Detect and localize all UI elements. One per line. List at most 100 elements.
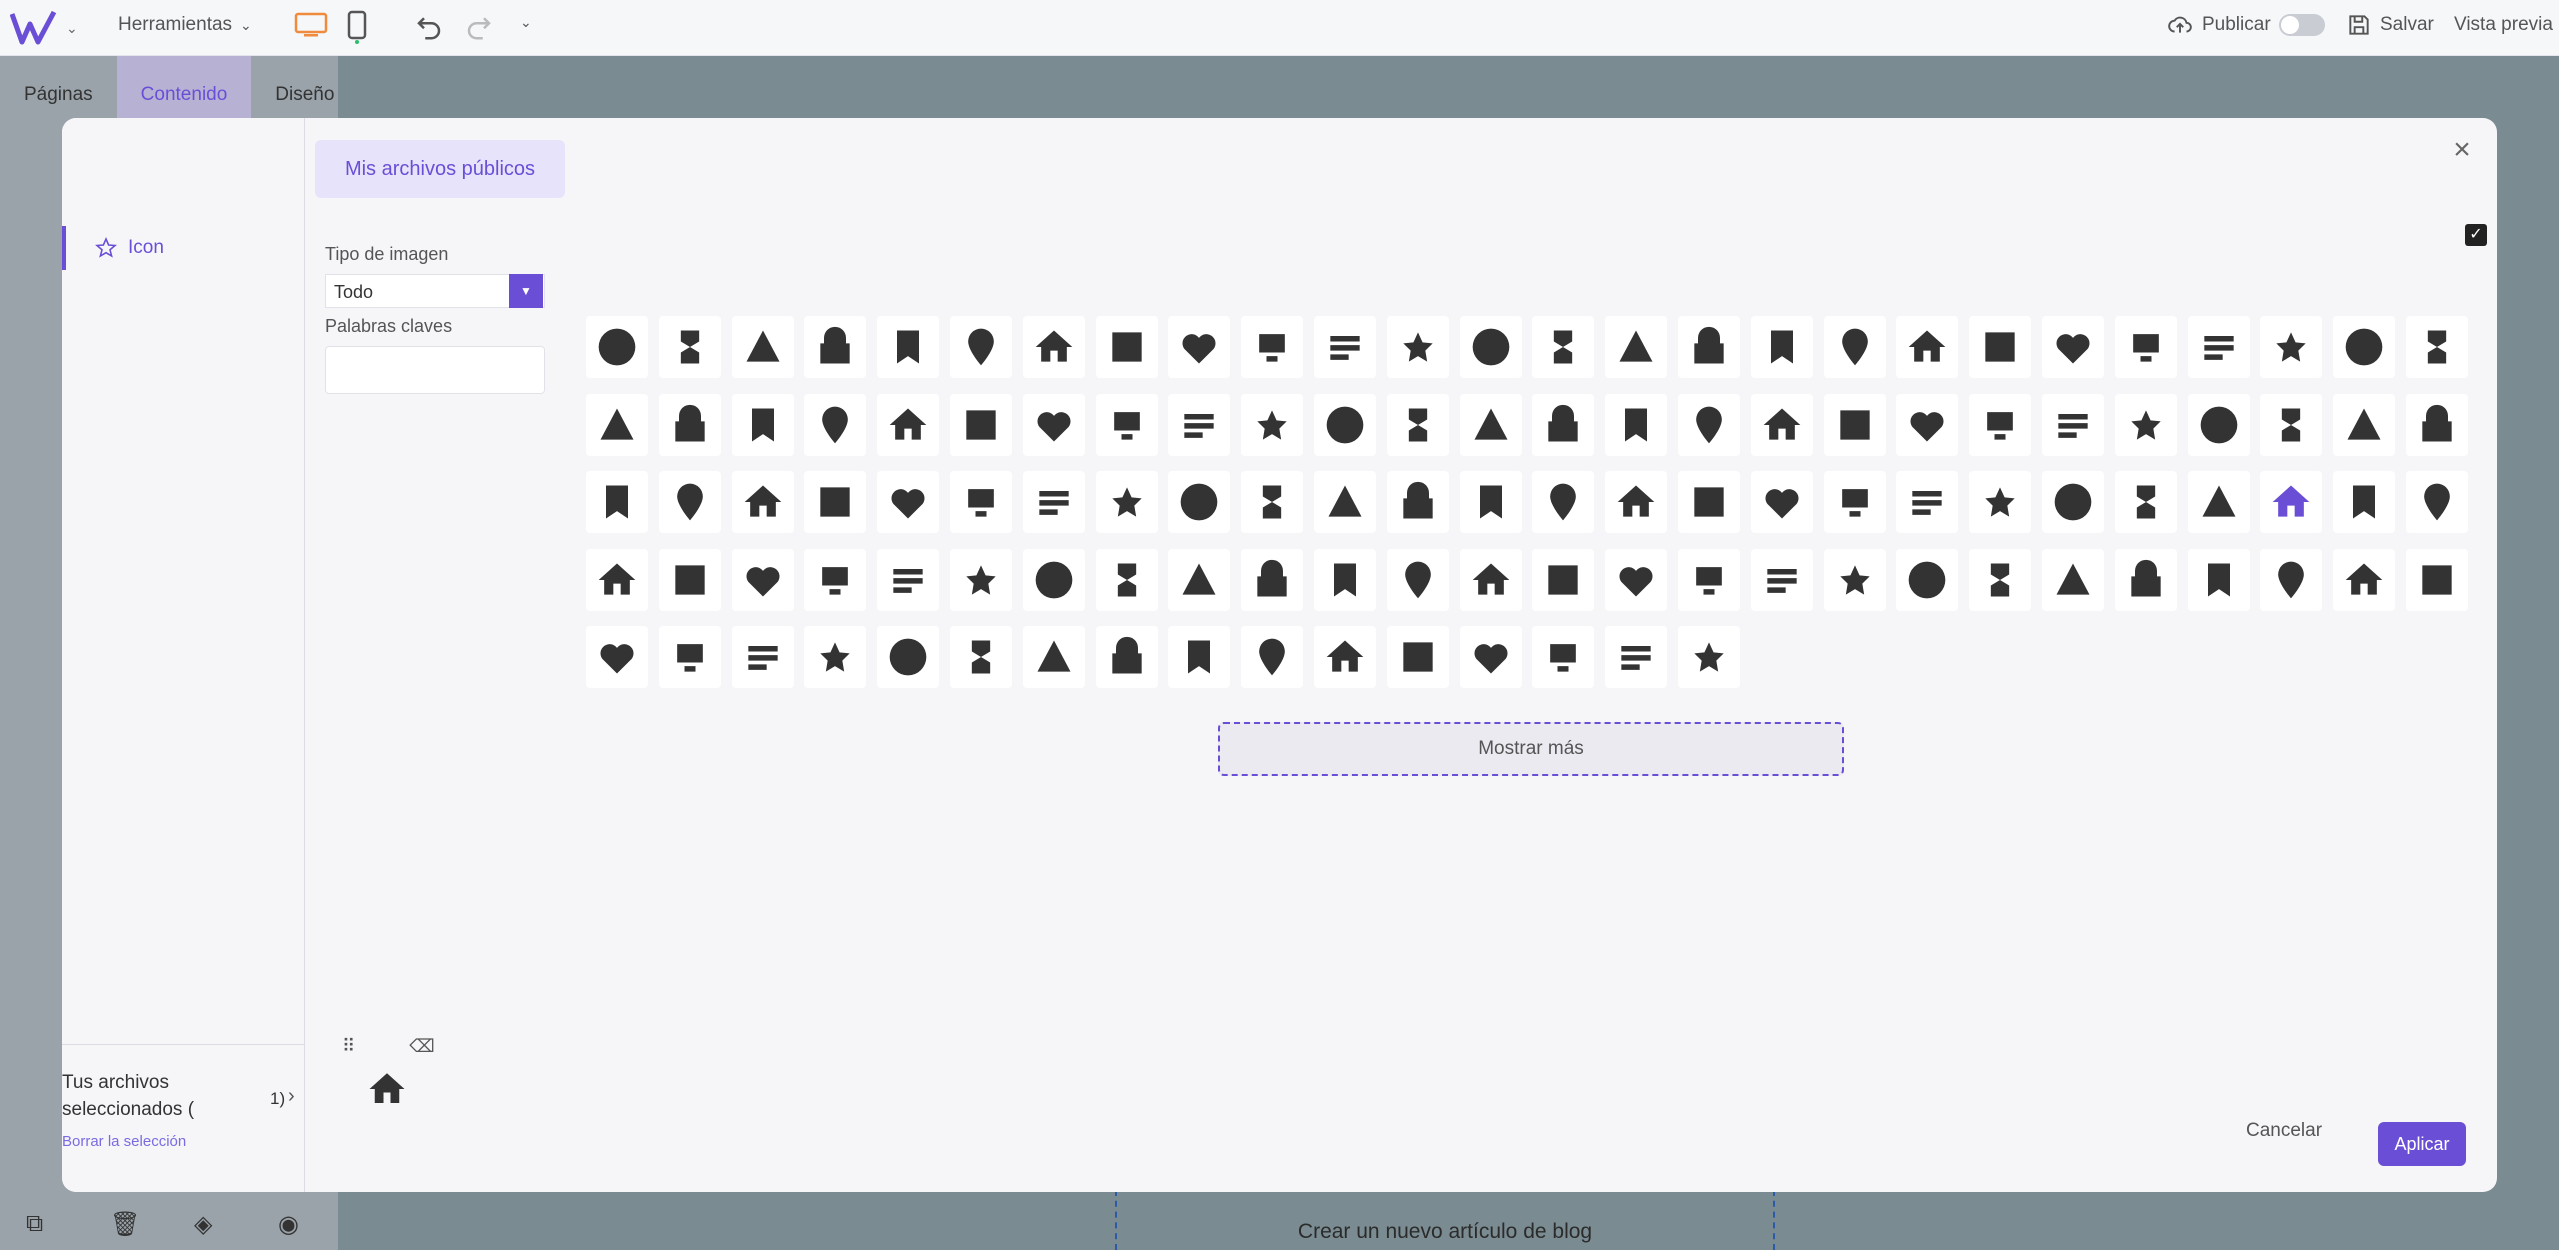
trash-icon[interactable]: 🗑 <box>110 1210 194 1239</box>
eye-icon[interactable]: ◉ <box>278 1210 362 1239</box>
icon-tile[interactable] <box>804 626 866 688</box>
clear-selection-link[interactable]: Borrar la selección <box>62 1133 305 1150</box>
redo-button[interactable] <box>464 12 494 42</box>
icon-tile[interactable] <box>1969 471 2031 533</box>
icon-tile[interactable] <box>877 471 939 533</box>
icon-tile[interactable] <box>1824 471 1886 533</box>
save-button[interactable]: Salvar <box>2346 12 2434 38</box>
icon-tile[interactable] <box>586 626 648 688</box>
icon-tile[interactable] <box>1460 316 1522 378</box>
icon-tile[interactable] <box>1387 316 1449 378</box>
icon-tile[interactable] <box>1896 316 1958 378</box>
icon-tile[interactable] <box>950 626 1012 688</box>
icon-tile[interactable] <box>2406 394 2468 456</box>
tools-menu[interactable]: Herramientas ⌄ <box>118 14 252 36</box>
icon-tile[interactable] <box>2188 471 2250 533</box>
icon-tile[interactable] <box>1605 626 1667 688</box>
icon-tile[interactable] <box>1241 316 1303 378</box>
icon-tile[interactable] <box>659 316 721 378</box>
publish-control[interactable]: Publicar <box>2166 12 2325 38</box>
icon-tile[interactable] <box>1314 316 1376 378</box>
icon-tile[interactable] <box>2188 549 2250 611</box>
icon-tile[interactable] <box>877 316 939 378</box>
icon-tile[interactable] <box>2260 549 2322 611</box>
icon-tile[interactable] <box>2406 471 2468 533</box>
icon-tile[interactable] <box>1096 471 1158 533</box>
eraser-icon[interactable]: ⌫ <box>409 1036 434 1057</box>
icon-tile[interactable] <box>950 316 1012 378</box>
icon-tile[interactable] <box>1314 626 1376 688</box>
layers-icon[interactable]: ◈ <box>194 1210 278 1239</box>
icon-tile[interactable] <box>2333 394 2395 456</box>
icon-tile[interactable] <box>1751 316 1813 378</box>
icon-tile[interactable] <box>1532 471 1594 533</box>
icon-tile[interactable] <box>2406 316 2468 378</box>
icon-tile[interactable] <box>1168 394 1230 456</box>
icon-tile[interactable] <box>2042 316 2104 378</box>
icon-tile[interactable] <box>804 549 866 611</box>
dropdown-arrow-icon[interactable]: ▼ <box>509 274 543 308</box>
icon-tile[interactable] <box>1896 471 1958 533</box>
icon-tile[interactable] <box>1896 549 1958 611</box>
icon-tile[interactable] <box>659 549 721 611</box>
icon-tile[interactable] <box>1751 471 1813 533</box>
icon-tile[interactable] <box>2115 316 2177 378</box>
icon-tile[interactable] <box>1532 626 1594 688</box>
icon-tile[interactable] <box>1678 471 1740 533</box>
icon-tile[interactable] <box>1387 394 1449 456</box>
icon-tile[interactable] <box>659 471 721 533</box>
undo-button[interactable] <box>414 12 444 42</box>
icon-tile[interactable] <box>586 549 648 611</box>
icon-tile[interactable] <box>2260 316 2322 378</box>
icon-tile[interactable] <box>1824 316 1886 378</box>
icon-tile[interactable] <box>804 394 866 456</box>
icon-tile[interactable] <box>1678 549 1740 611</box>
icon-tile[interactable] <box>1168 549 1230 611</box>
icon-tile[interactable] <box>1605 316 1667 378</box>
icon-tile[interactable] <box>732 316 794 378</box>
icon-tile[interactable] <box>1314 549 1376 611</box>
icon-tile[interactable] <box>1460 549 1522 611</box>
icon-tile[interactable] <box>1168 626 1230 688</box>
icon-tile[interactable] <box>1969 394 2031 456</box>
icon-tile[interactable] <box>2042 394 2104 456</box>
icon-tile[interactable] <box>1241 549 1303 611</box>
select-all-checkbox[interactable]: ✓ <box>2465 224 2487 246</box>
icon-tile[interactable] <box>804 471 866 533</box>
category-icon[interactable]: Icon <box>62 226 305 270</box>
icon-tile[interactable] <box>1096 394 1158 456</box>
icon-tile[interactable] <box>1387 471 1449 533</box>
icon-tile[interactable] <box>1314 394 1376 456</box>
icon-tile[interactable] <box>2115 394 2177 456</box>
icon-tile[interactable] <box>1605 549 1667 611</box>
icon-tile[interactable] <box>2188 316 2250 378</box>
copy-icon[interactable]: ⧉ <box>26 1210 110 1239</box>
preview-button[interactable]: Vista previa <box>2454 14 2553 36</box>
icon-tile[interactable] <box>2333 316 2395 378</box>
icon-tile[interactable] <box>586 394 648 456</box>
icon-tile[interactable] <box>2260 471 2322 533</box>
icon-tile[interactable] <box>2115 471 2177 533</box>
icon-tile[interactable] <box>1532 549 1594 611</box>
apply-button[interactable]: Aplicar <box>2378 1122 2466 1166</box>
desktop-view-button[interactable] <box>294 12 328 38</box>
more-history-button[interactable]: ⌄ <box>520 14 532 31</box>
icon-tile[interactable] <box>1023 316 1085 378</box>
icon-tile[interactable] <box>732 394 794 456</box>
icon-tile[interactable] <box>1460 626 1522 688</box>
icon-tile[interactable] <box>732 471 794 533</box>
icon-tile[interactable] <box>950 549 1012 611</box>
icon-tile[interactable] <box>1460 394 1522 456</box>
show-more-button[interactable]: Mostrar más <box>1218 722 1844 776</box>
app-logo[interactable]: ⌄ <box>10 8 78 48</box>
icon-tile[interactable] <box>1969 549 2031 611</box>
icon-tile[interactable] <box>2333 471 2395 533</box>
icon-tile[interactable] <box>804 316 866 378</box>
icon-tile[interactable] <box>1532 394 1594 456</box>
icon-tile[interactable] <box>1969 316 2031 378</box>
icon-tile[interactable] <box>1023 471 1085 533</box>
drag-handle-icon[interactable]: ⠿ <box>342 1036 355 1057</box>
icon-tile[interactable] <box>586 471 648 533</box>
mobile-view-button[interactable] <box>346 10 368 44</box>
icon-tile[interactable] <box>1678 626 1740 688</box>
